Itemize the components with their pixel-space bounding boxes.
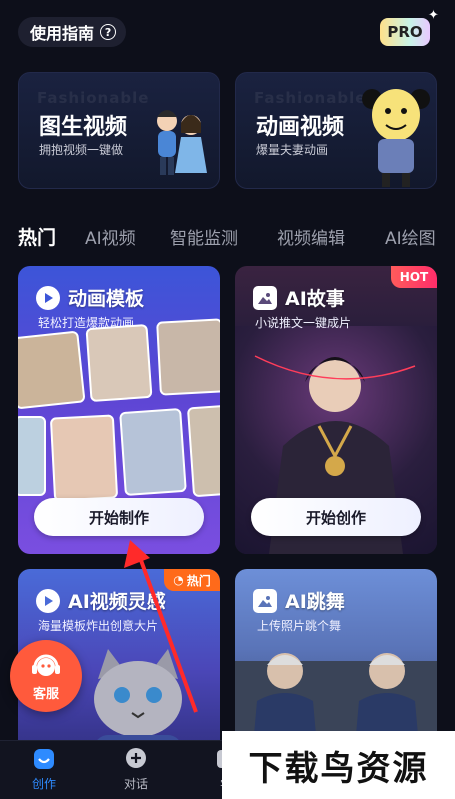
feature-subtitle: 拥抱视频一键做 [39,143,124,157]
watermark: 下载鸟资源 [222,731,455,799]
nav-label: 对话 [123,777,148,791]
card-title: AI视频灵感 [68,591,166,613]
feature-ghost-text: Fashionable [254,89,367,107]
feature-title: 动画视频 [256,115,345,140]
comic-panel [49,414,119,502]
feature-title: 图生视频 [39,115,128,140]
comic-panel [119,407,187,497]
guide-label: 使用指南 [30,24,95,43]
hot-badge: ◔ 热门 [164,569,220,591]
create-icon [32,747,56,771]
customer-service-label: 客服 [32,686,59,702]
tab-ai-drawing[interactable]: AI绘图 [385,224,436,249]
tab-video-edit[interactable]: 视频编辑 [277,224,345,249]
couple-illustration [157,110,207,175]
comic-panel [85,323,153,403]
card-subtitle: 海量模板炸出创意大片 [38,619,159,633]
feature-card-image-to-video[interactable]: Fashionable 图生视频 拥抱视频一键做 [18,72,220,189]
start-creating-button[interactable]: 开始创作 [251,498,421,536]
sparkle-icon: ✦ [428,8,439,23]
card-header: AI故事 [253,284,345,311]
nav-create[interactable]: 创作 [14,747,74,792]
customer-service-button[interactable]: 客服 [10,640,82,712]
comic-panel [18,416,46,496]
category-tabs: 热门 AI视频 智能监测 视频编辑 AI绘图 [0,224,455,250]
tab-hot[interactable]: 热门 [18,223,56,250]
tab-ai-video[interactable]: AI视频 [85,224,136,249]
card-header: 动画模板 [36,284,144,311]
chat-plus-icon [124,747,148,771]
card-title: 动画模板 [68,288,145,310]
hot-badge: HOT [391,266,437,288]
comic-panel [18,330,86,410]
image-icon [253,588,277,613]
comic-panel [156,318,220,396]
start-making-button[interactable]: 开始制作 [34,498,204,536]
question-icon: ? [100,24,117,40]
feature-card-animation-video[interactable]: Fashionable 动画视频 爆量夫妻动画 [235,72,437,189]
card-title: AI故事 [285,288,345,310]
card-title: AI跳舞 [285,591,345,613]
card-ai-story[interactable]: HOT AI故事 小说推文一键成片 开始创作 [235,266,437,554]
card-header: AI跳舞 [253,587,345,614]
app-screen: 使用指南 ? PRO ✦ Fashionable 图生视频 拥抱视频一键做 Fa… [0,0,455,799]
play-circle-icon [36,588,60,613]
card-animation-template[interactable]: 动画模板 轻松打造爆款动画 开始制作 [18,266,220,554]
feature-subtitle: 爆量夫妻动画 [256,143,329,157]
hot-badge-label: 热门 [186,573,211,588]
card-subtitle: 小说推文一键成片 [255,316,352,330]
fire-icon: ◔ [173,573,184,587]
feature-ghost-text: Fashionable [37,89,150,107]
card-header: AI视频灵感 [36,587,166,614]
nav-chat[interactable]: 对话 [106,747,166,792]
play-circle-icon [36,285,60,310]
headset-icon [32,654,60,676]
cartoon-character-illustration [362,89,430,187]
nav-label: 创作 [31,777,56,791]
image-icon [253,285,277,310]
comic-panel [186,404,220,498]
pro-badge[interactable]: PRO [380,18,430,46]
guide-button[interactable]: 使用指南 ? [18,17,127,47]
tab-smart-monitor[interactable]: 智能监测 [170,224,238,249]
